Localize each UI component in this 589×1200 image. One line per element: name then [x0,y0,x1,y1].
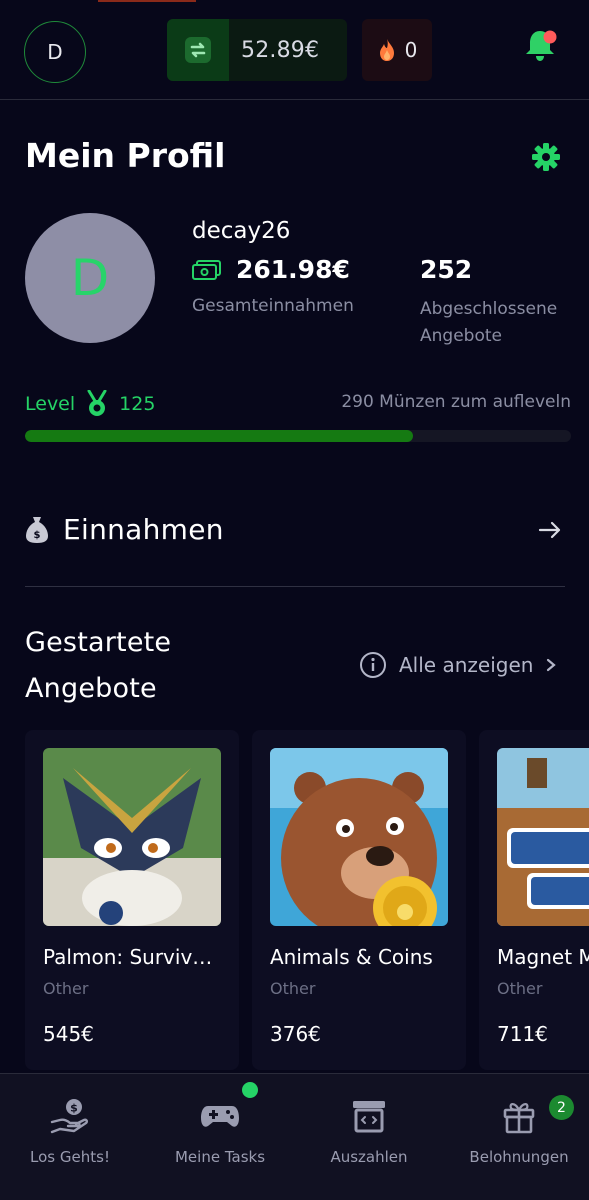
offer-card[interactable]: Palmon: Surviv… Other 545€ [25,730,239,1070]
username: decay26 [192,218,291,244]
profile-avatar[interactable]: D [25,213,155,343]
page-title: Mein Profil [25,136,226,175]
offer-price: 545€ [43,1022,94,1046]
nav-label: Meine Tasks [174,1148,266,1166]
total-earnings: 261.98€ [192,255,350,284]
svg-text:$: $ [70,1102,78,1115]
offer-category: Other [43,979,89,998]
total-earnings-label: Gesamteinnahmen [192,296,354,316]
offer-category: Other [270,979,316,998]
level-progress-bar [25,430,571,442]
section-divider [25,586,565,587]
total-earnings-value: 261.98€ [236,255,350,284]
nav-label: Auszahlen [330,1148,408,1166]
balance-chip[interactable]: 52.89€ [167,19,347,81]
header-avatar[interactable]: D [24,21,86,83]
flame-icon [379,39,394,61]
medal-icon [87,390,107,416]
show-all-link[interactable]: Alle anzeigen [359,651,557,679]
level-progress-fill [25,430,413,442]
offer-price: 376€ [270,1022,321,1046]
exchange-icon [167,19,229,81]
cash-icon [192,259,221,280]
earnings-title: Einnahmen [63,512,224,546]
balance-amount: 52.89€ [241,37,320,63]
settings-gear-icon[interactable] [530,141,562,173]
level-label: Level [25,393,76,415]
offer-name: Palmon: Surviv… [43,945,213,969]
bottom-navigation: $ Los Gehts! Meine Tasks Auszahlen Beloh… [0,1073,589,1200]
nav-label: Los Gehts! [30,1148,110,1166]
streak-count: 0 [404,38,418,62]
offer-name: Magnet Miners [497,945,589,969]
gift-icon [503,1103,535,1134]
gamepad-icon [201,1106,239,1127]
top-bar: D 52.89€ 0 [0,0,589,100]
hand-coin-icon: $ [50,1099,89,1134]
started-offers-title: Gestartete Angebote [25,627,172,704]
offer-card[interactable]: Magnet Miners Other 711€ [479,730,589,1070]
offer-thumbnail-magnet-miners [497,748,589,926]
nav-label: Belohnungen [469,1148,569,1166]
streak-chip[interactable]: 0 [362,19,432,81]
info-icon [360,652,386,678]
show-all-label: Alle anzeigen [399,653,534,677]
svg-text:$: $ [34,530,41,541]
top-accent-line [98,0,196,2]
nav-item-meine-tasks[interactable]: Meine Tasks [150,1096,290,1166]
chevron-right-icon [547,658,557,672]
notification-bell-icon[interactable] [520,26,560,66]
nav-item-auszahlen[interactable]: Auszahlen [299,1096,439,1166]
completed-offers-label: Abgeschlossene Angebote [420,299,558,346]
notification-dot [242,1082,258,1098]
coins-to-level: 290 Münzen zum aufleveln [341,392,571,412]
offer-name: Animals & Coins [270,945,433,969]
offer-category: Other [497,979,543,998]
offer-thumbnail-palmon [43,748,221,926]
payout-store-icon [353,1101,385,1133]
offer-card[interactable]: Animals & Coins Other 376€ [252,730,466,1070]
money-bag-icon: $ [26,517,48,543]
completed-offers-value: 252 [420,255,473,284]
level-indicator: Level 125 [25,390,155,418]
earnings-link[interactable]: $ Einnahmen [25,506,565,552]
rewards-count-badge: 2 [549,1095,574,1120]
arrow-right-icon [538,521,561,539]
nav-item-los-gehts[interactable]: $ Los Gehts! [0,1096,140,1166]
level-value: 125 [119,393,156,415]
offer-thumbnail-animals-coins [270,748,448,926]
offer-price: 711€ [497,1022,548,1046]
